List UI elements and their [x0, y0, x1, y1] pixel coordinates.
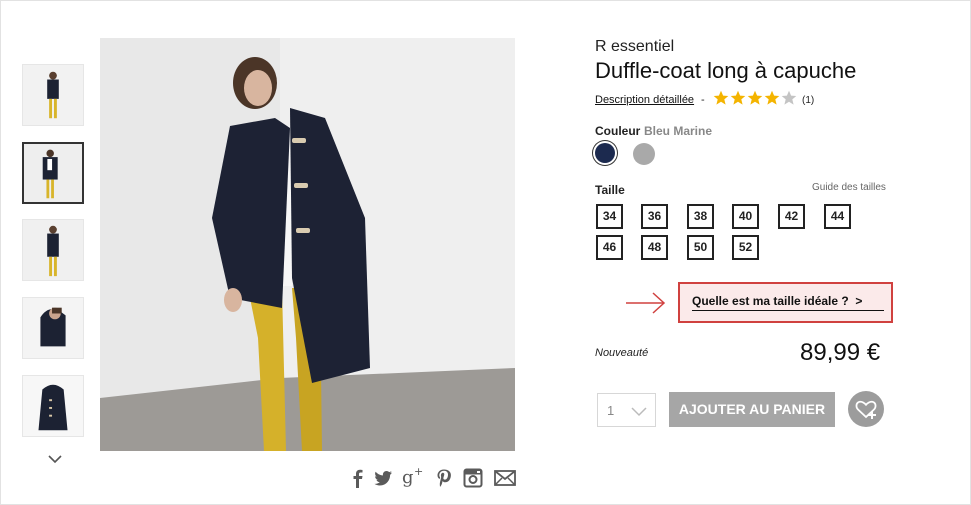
arrow-right-icon: [626, 292, 666, 314]
size-option[interactable]: 50: [687, 235, 714, 260]
description-link[interactable]: Description détaillée: [595, 94, 694, 106]
thumbnail-1[interactable]: [22, 64, 84, 126]
thumbnail-3[interactable]: [22, 219, 84, 281]
thumbnail-4[interactable]: [22, 297, 84, 359]
svg-text:g: g: [402, 467, 414, 487]
thumbnail-2[interactable]: [22, 142, 84, 204]
instagram-icon[interactable]: [462, 467, 484, 489]
size-option[interactable]: 42: [778, 204, 805, 229]
wishlist-button[interactable]: [848, 391, 884, 427]
ideal-size-underline: [692, 310, 884, 311]
product-title: Duffle-coat long à capuche: [595, 58, 857, 83]
ideal-size-label: Quelle est ma taille idéale ? >: [692, 294, 863, 308]
color-selected-value: Bleu Marine: [644, 124, 713, 138]
size-option[interactable]: 36: [641, 204, 668, 229]
brand-name[interactable]: R essentiel: [595, 38, 674, 56]
rating-count[interactable]: (1): [802, 95, 814, 106]
size-option[interactable]: 34: [596, 204, 623, 229]
size-option[interactable]: 44: [824, 204, 851, 229]
color-swatch-grey[interactable]: [633, 143, 655, 165]
star-filled-icon: [764, 90, 780, 105]
star-empty-icon: [781, 90, 797, 105]
separator: -: [701, 94, 705, 106]
facebook-icon[interactable]: [347, 467, 369, 489]
heart-plus-icon: [855, 400, 877, 419]
star-filled-icon: [747, 90, 763, 105]
size-option[interactable]: 38: [687, 204, 714, 229]
size-option[interactable]: 52: [732, 235, 759, 260]
twitter-icon[interactable]: [372, 467, 394, 489]
email-icon[interactable]: [493, 467, 517, 489]
chevron-right-icon: >: [855, 294, 863, 308]
quantity-select[interactable]: 1: [597, 393, 656, 427]
chevron-down-icon[interactable]: [47, 452, 63, 466]
svg-text:+: +: [414, 465, 423, 478]
price: 89,99 €: [800, 339, 881, 366]
color-swatch-navy[interactable]: [595, 143, 615, 163]
size-guide-link[interactable]: Guide des tailles: [812, 182, 886, 193]
add-to-cart-button[interactable]: AJOUTER AU PANIER: [669, 392, 835, 427]
star-filled-icon: [730, 90, 746, 105]
product-main-image[interactable]: [100, 38, 515, 451]
ideal-size-button[interactable]: Quelle est ma taille idéale ? >: [678, 282, 893, 323]
size-option[interactable]: 48: [641, 235, 668, 260]
star-filled-icon: [713, 90, 729, 105]
google-plus-icon[interactable]: g +: [401, 465, 427, 488]
pinterest-icon[interactable]: [433, 467, 455, 489]
quantity-value: 1: [607, 403, 615, 418]
size-option[interactable]: 40: [732, 204, 759, 229]
size-label: Taille: [595, 183, 625, 197]
new-badge: Nouveauté: [595, 347, 649, 359]
chevron-down-icon: [631, 407, 647, 417]
size-option[interactable]: 46: [596, 235, 623, 260]
color-label: Couleur: [595, 124, 641, 138]
thumbnail-5[interactable]: [22, 375, 84, 437]
